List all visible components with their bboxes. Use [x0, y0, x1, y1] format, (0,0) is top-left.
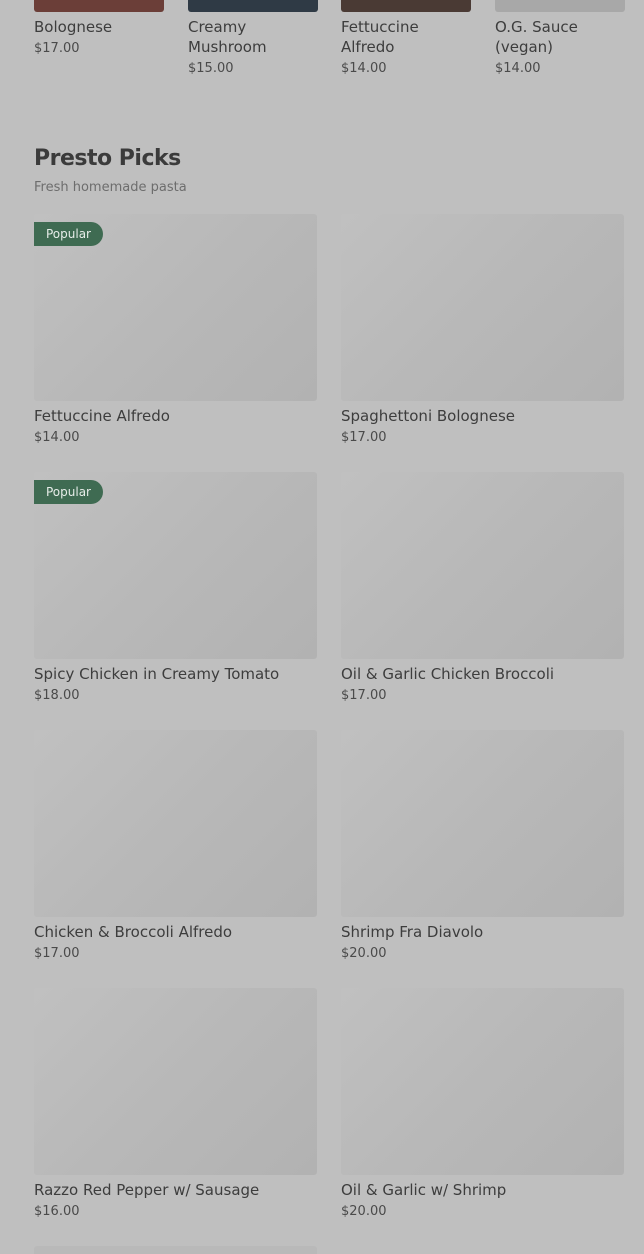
menu-card-name: Oil & Garlic w/ Shrimp [341, 1181, 507, 1199]
menu-card[interactable]: Oil & Garlic w/ Shrimp $20.00 [341, 988, 624, 1228]
menu-card-price: $17.00 [341, 430, 387, 445]
menu-item-name: Fettuccine Alfredo [341, 18, 419, 56]
menu-card-price: $17.00 [34, 946, 80, 961]
menu-card-price: $14.00 [34, 430, 80, 445]
menu-card-name: Fettuccine Alfredo [34, 407, 170, 425]
menu-item-price: $15.00 [188, 61, 234, 76]
menu-card-name: Spaghettoni Bolognese [341, 407, 515, 425]
menu-card-image [341, 988, 624, 1175]
menu-item-card[interactable]: Fettuccine Alfredo $14.00 [341, 0, 471, 77]
menu-item-thumbnail [495, 0, 625, 12]
menu-card-name: Shrimp Fra Diavolo [341, 923, 484, 941]
menu-card-image [341, 472, 624, 659]
menu-card[interactable]: Popular Fettuccine Alfredo $14.00 [34, 214, 317, 454]
menu-card-image: Popular [34, 472, 317, 659]
top-carousel-row: Bolognese $17.00 Creamy Mushroom $15.00 … [34, 0, 644, 90]
menu-item-name: Creamy Mushroom [188, 18, 267, 56]
menu-card-name: Chicken & Broccoli Alfredo [34, 923, 233, 941]
section-subtitle: Fresh homemade pasta [34, 180, 187, 195]
menu-card-image [34, 988, 317, 1175]
section-title: Presto Picks [34, 146, 181, 171]
menu-item-name: O.G. Sauce (vegan) [495, 18, 578, 56]
menu-card-price: $17.00 [341, 688, 387, 703]
menu-card-price: $18.00 [34, 688, 80, 703]
menu-item-card[interactable]: O.G. Sauce (vegan) $14.00 [495, 0, 625, 77]
menu-item-card[interactable]: Creamy Mushroom $15.00 [188, 0, 318, 77]
menu-card[interactable]: Razzo Red Pepper w/ Sausage $16.00 [34, 988, 317, 1228]
menu-card[interactable]: Spaghettoni Bolognese $17.00 [341, 214, 624, 454]
menu-item-price: $14.00 [495, 61, 541, 76]
menu-item-price: $14.00 [341, 61, 387, 76]
menu-item-price: $17.00 [34, 41, 80, 56]
menu-item-name: Bolognese [34, 18, 113, 36]
menu-card-image: Popular [34, 214, 317, 401]
popular-badge: Popular [34, 222, 103, 246]
menu-card-price: $20.00 [341, 946, 387, 961]
menu-card-price: $20.00 [341, 1204, 387, 1219]
menu-card-price: $16.00 [34, 1204, 80, 1219]
menu-card-name: Razzo Red Pepper w/ Sausage [34, 1181, 260, 1199]
menu-card[interactable]: Shrimp Fra Diavolo $20.00 [341, 730, 624, 970]
menu-item-thumbnail [341, 0, 471, 12]
menu-card-name: Oil & Garlic Chicken Broccoli [341, 665, 555, 683]
menu-item-thumbnail [34, 0, 164, 12]
menu-card-image [34, 730, 317, 917]
menu-card-image [341, 214, 624, 401]
menu-item-card[interactable]: Bolognese $17.00 [34, 0, 164, 57]
menu-card[interactable]: Oil & Garlic Chicken Broccoli $17.00 [341, 472, 624, 712]
menu-card-image [341, 730, 624, 917]
menu-item-thumbnail [188, 0, 318, 12]
menu-card-name: Spicy Chicken in Creamy Tomato [34, 665, 280, 683]
menu-card[interactable]: Popular Spicy Chicken in Creamy Tomato $… [34, 472, 317, 712]
menu-card-image-partial[interactable] [34, 1246, 317, 1254]
popular-badge: Popular [34, 480, 103, 504]
menu-card[interactable]: Chicken & Broccoli Alfredo $17.00 [34, 730, 317, 970]
